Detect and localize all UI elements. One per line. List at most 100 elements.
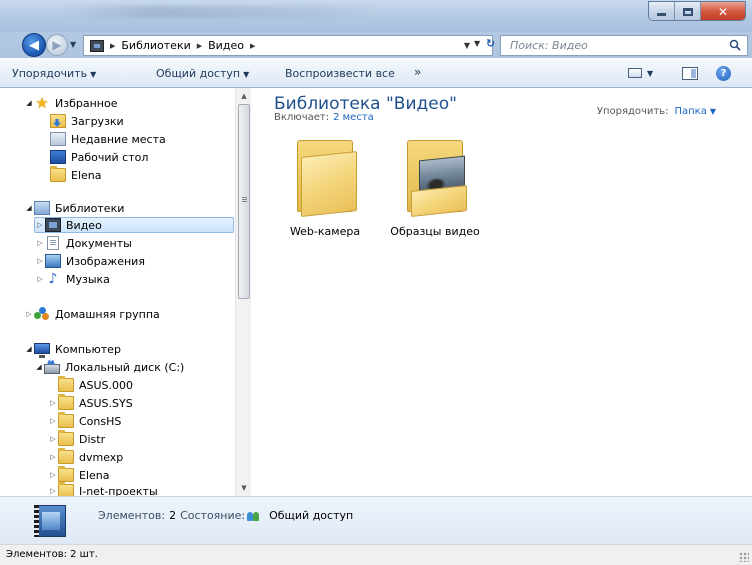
tree-local-disk-c[interactable]: ◢ Локальный диск (C:) — [34, 359, 184, 375]
share-menu[interactable]: Общий доступ ▼ — [156, 67, 249, 80]
search-icon[interactable] — [729, 39, 741, 51]
tree-folder-asus000[interactable]: ASUS.000 — [58, 376, 134, 393]
details-elements-label: Элементов: — [98, 509, 166, 522]
minimize-icon — [657, 13, 666, 16]
chevron-down-icon[interactable]: ▼ — [710, 107, 716, 116]
expanded-triangle-icon[interactable]: ◢ — [24, 204, 34, 212]
folder-tile-sample-videos[interactable]: Образцы видео — [387, 134, 483, 238]
grip-icon — [242, 197, 247, 203]
details-state-label: Состояние: — [180, 509, 246, 522]
scrollbar-thumb[interactable] — [238, 104, 250, 299]
search-input[interactable]: Поиск: Видео — [500, 35, 748, 56]
folder-icon — [58, 394, 74, 410]
collapsed-triangle-icon[interactable]: ▷ — [35, 221, 45, 229]
breadcrumb-libraries[interactable]: Библиотеки — [121, 39, 190, 52]
collapsed-triangle-icon[interactable]: ▷ — [48, 471, 58, 479]
tree-item-pictures[interactable]: ▷ Изображения — [35, 253, 145, 269]
collapsed-triangle-icon[interactable]: ▷ — [35, 239, 45, 247]
back-button[interactable]: ◀ — [22, 33, 46, 57]
maximize-button[interactable] — [675, 2, 701, 20]
navigation-pane-scrollbar[interactable]: ▲ ▼ — [235, 88, 251, 496]
navigation-bar: ◀ ▶ ▼ ▶ Библиотеки ▶ Видео ▶ ▼ ▼ ↻ Поиск… — [0, 32, 752, 58]
folder-icon — [58, 412, 74, 428]
chevron-down-icon: ▼ — [647, 68, 654, 78]
resize-grip-icon[interactable] — [739, 552, 749, 562]
status-text: Элементов: 2 шт. — [6, 549, 98, 560]
tree-favorites[interactable]: ◢ ★ Избранное — [24, 95, 117, 111]
minimize-button[interactable] — [649, 2, 675, 20]
address-bar[interactable]: ▶ Библиотеки ▶ Видео ▶ ▼ — [83, 35, 493, 56]
folder-tile-label: Образцы видео — [390, 225, 480, 238]
collapsed-triangle-icon[interactable]: ▷ — [48, 435, 58, 443]
expanded-triangle-icon[interactable]: ◢ — [24, 345, 34, 353]
change-view-button[interactable]: ▼ — [628, 65, 653, 81]
chevron-down-icon: ▼ — [243, 70, 250, 79]
folder-tile-webcam[interactable]: Web-камера — [277, 134, 373, 238]
tree-folder-distr[interactable]: ▷ Distr — [48, 430, 105, 447]
tree-item-label: Музыка — [66, 272, 110, 286]
command-bar: Упорядочить ▼ Общий доступ ▼ Воспроизвести… — [0, 58, 752, 88]
tree-homegroup-label: Домашняя группа — [55, 307, 160, 321]
collapsed-triangle-icon[interactable]: ▷ — [35, 257, 45, 265]
play-all-label: Воспроизвести все — [285, 67, 395, 80]
tree-item-label: ASUS.000 — [79, 378, 134, 392]
breadcrumb-chevron-icon[interactable]: ▶ — [250, 42, 255, 50]
refresh-icon[interactable]: ↻ — [486, 37, 495, 50]
address-dropdown-icon[interactable]: ▼ — [474, 39, 480, 48]
tree-item-label: Elena — [79, 468, 110, 482]
tree-libraries[interactable]: ◢ Библиотеки — [24, 200, 124, 216]
collapsed-triangle-icon[interactable]: ▷ — [48, 453, 58, 461]
collapsed-triangle-icon[interactable]: ▷ — [48, 487, 58, 495]
preview-pane-icon — [682, 66, 698, 80]
shared-users-icon — [247, 510, 261, 522]
library-includes: Включает: 2 места — [274, 112, 374, 123]
tree-computer[interactable]: ◢ Компьютер — [24, 341, 121, 358]
tree-homegroup[interactable]: ▷ Домашняя группа — [24, 306, 160, 322]
more-commands-label: » — [414, 65, 422, 79]
tree-item-recent-places[interactable]: Недавние места — [50, 131, 166, 147]
arrange-by-dropdown[interactable]: Папка — [674, 106, 706, 117]
tree-folder-conshs[interactable]: ▷ ConsHS — [48, 412, 122, 429]
collapsed-triangle-icon[interactable]: ▷ — [24, 310, 34, 318]
play-all-button[interactable]: Воспроизвести все — [285, 67, 395, 80]
preview-pane-button[interactable] — [682, 65, 698, 81]
title-bar[interactable]: ✕ — [0, 0, 752, 32]
more-commands-button[interactable]: » — [414, 65, 421, 79]
tree-item-label: ConsHS — [79, 414, 122, 428]
help-button[interactable]: ? — [716, 65, 731, 81]
expanded-triangle-icon[interactable]: ◢ — [24, 99, 34, 107]
tree-item-downloads[interactable]: Загрузки — [50, 113, 124, 129]
address-history-dropdown[interactable]: ▼ — [464, 41, 470, 50]
folder-with-thumbnail-icon — [401, 140, 469, 217]
includes-locations-link[interactable]: 2 места — [333, 112, 374, 123]
tree-folder-inet-projects[interactable]: ▷ I-net-проекты — [48, 482, 158, 496]
tree-folder-asussys[interactable]: ▷ ASUS.SYS — [48, 394, 133, 411]
organize-menu[interactable]: Упорядочить ▼ — [12, 67, 96, 80]
tree-item-music[interactable]: ▷ ♪ Музыка — [35, 271, 110, 287]
folder-icon — [50, 166, 66, 182]
scroll-up-arrow-icon[interactable]: ▲ — [236, 88, 252, 104]
breadcrumb-chevron-icon[interactable]: ▶ — [110, 42, 115, 50]
forward-button[interactable]: ▶ — [46, 34, 68, 56]
breadcrumb: ▶ Библиотеки ▶ Видео ▶ — [104, 39, 261, 52]
folder-icon — [58, 430, 74, 446]
breadcrumb-chevron-icon[interactable]: ▶ — [197, 42, 202, 50]
collapsed-triangle-icon[interactable]: ▷ — [48, 399, 58, 407]
recent-pages-dropdown[interactable]: ▼ — [70, 40, 76, 49]
tree-folder-dvmexp[interactable]: ▷ dvmexp — [48, 448, 123, 465]
tree-folder-elena[interactable]: ▷ Elena — [48, 466, 110, 483]
tree-item-elena-favorite[interactable]: Elena — [50, 166, 102, 183]
tree-item-desktop[interactable]: Рабочий стол — [50, 149, 148, 165]
details-pane: Элементов: 2 Состояние: Общий доступ — [0, 496, 752, 544]
tree-item-documents[interactable]: ▷ Документы — [35, 235, 132, 251]
tree-item-label: ASUS.SYS — [79, 396, 133, 410]
collapsed-triangle-icon[interactable]: ▷ — [35, 275, 45, 283]
includes-label: Включает: — [274, 112, 330, 123]
expanded-triangle-icon[interactable]: ◢ — [34, 363, 44, 371]
tree-item-video[interactable]: ▷ Видео — [34, 217, 234, 233]
scroll-down-arrow-icon[interactable]: ▼ — [236, 480, 252, 496]
breadcrumb-video[interactable]: Видео — [208, 39, 244, 52]
collapsed-triangle-icon[interactable]: ▷ — [48, 417, 58, 425]
close-button[interactable]: ✕ — [701, 2, 745, 20]
video-library-large-icon — [34, 505, 70, 539]
